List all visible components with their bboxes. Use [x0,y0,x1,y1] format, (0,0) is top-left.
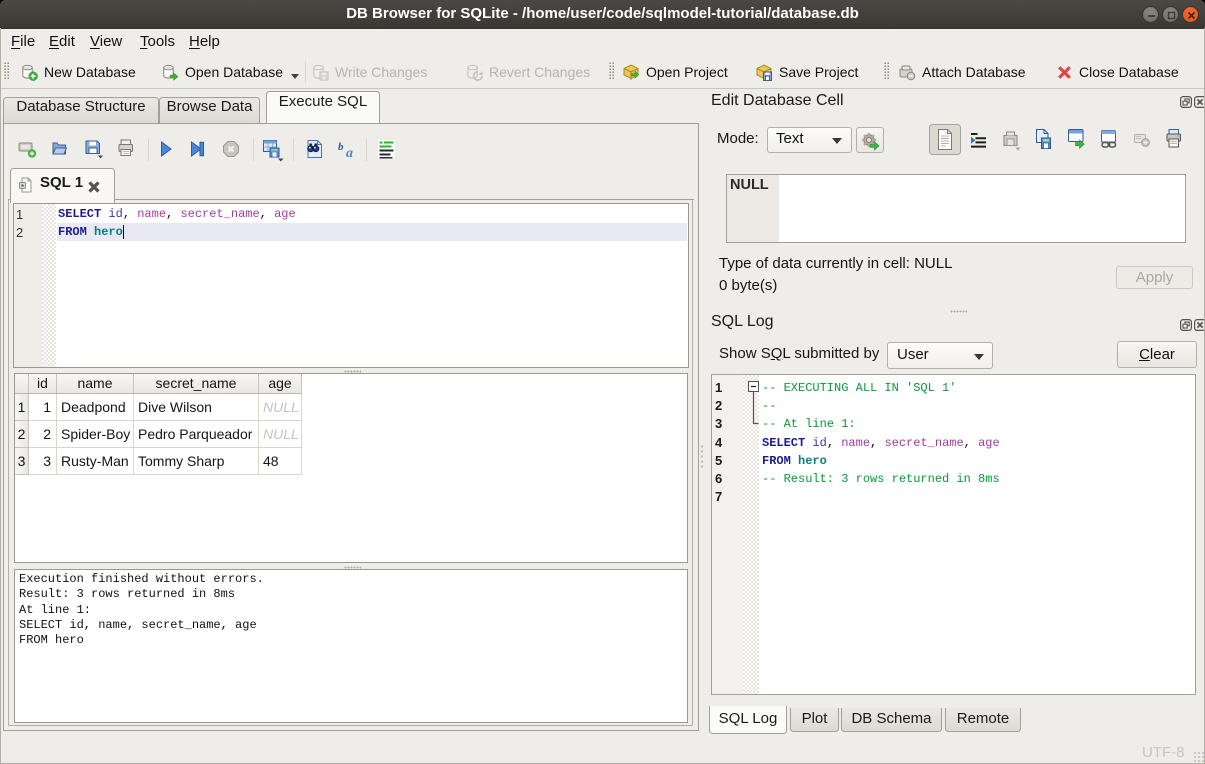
svg-text:b: b [338,141,344,153]
svg-text:a: a [346,146,353,161]
